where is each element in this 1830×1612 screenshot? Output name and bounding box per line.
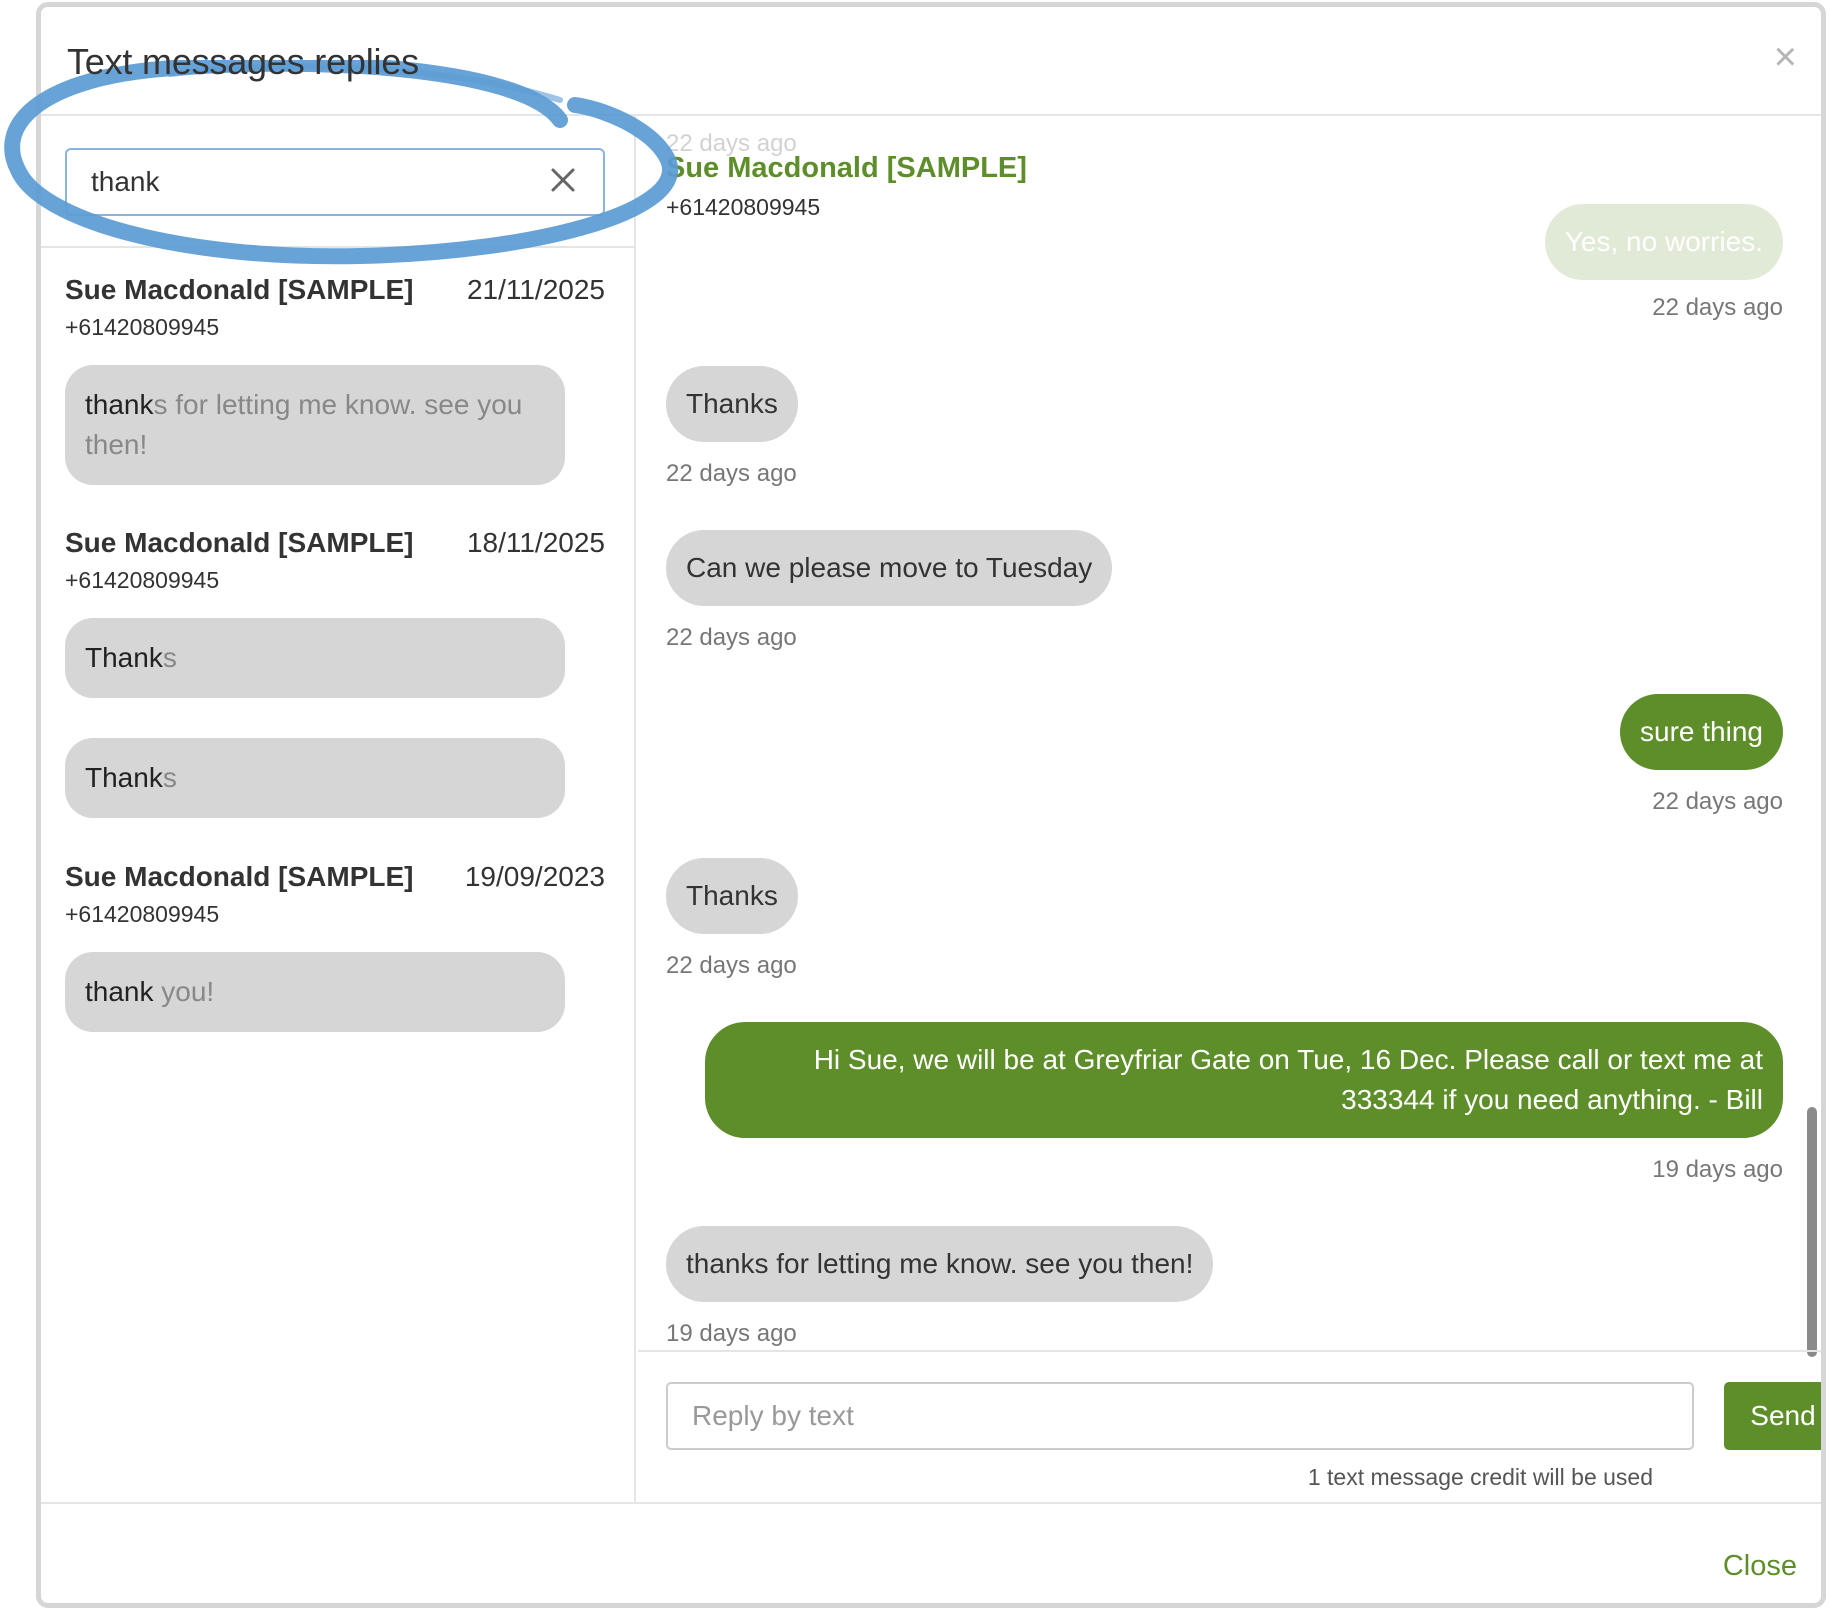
message-rest: you! (153, 976, 215, 1007)
result-message[interactable]: thank you! (65, 952, 565, 1032)
result-date: 21/11/2025 (466, 274, 605, 305)
close-button[interactable]: Close (1723, 1550, 1797, 1583)
message-timestamp: 19 days ago (1652, 1156, 1783, 1183)
footer-divider (41, 1502, 1821, 1504)
message-bubble-incoming: Thanks (666, 366, 798, 442)
message-rest: s (162, 642, 177, 673)
reply-divider (638, 1350, 1821, 1352)
message-timestamp: 22 days ago (666, 952, 797, 979)
result-phone: +61420809945 (65, 314, 220, 340)
message-bubble-incoming: thanks for letting me know. see you then… (666, 1226, 1214, 1302)
result-date: 18/11/2025 (466, 527, 605, 558)
search-input[interactable] (65, 148, 605, 216)
result-group[interactable]: Sue Macdonald [SAMPLE] 21/11/2025 +61420… (65, 274, 605, 485)
message-timestamp: 22 days ago (666, 624, 797, 651)
search-results-panel: Sue Macdonald [SAMPLE] 21/11/2025 +61420… (41, 116, 636, 1502)
close-icon[interactable]: × (1774, 37, 1797, 77)
result-message[interactable]: Thanks (65, 738, 565, 818)
conversation-contact-phone: +61420809945 (666, 194, 821, 220)
message-rest: s (162, 762, 177, 793)
message-bubble-outgoing: sure thing (1620, 694, 1783, 770)
result-phone: +61420809945 (65, 567, 220, 593)
result-phone: +61420809945 (65, 901, 220, 927)
message-bubble-outgoing: Hi Sue, we will be at Greyfriar Gate on … (705, 1022, 1783, 1138)
match-highlight: Thank (85, 642, 163, 673)
clear-icon[interactable] (543, 160, 583, 200)
conversation-scrollbar[interactable] (1807, 1107, 1817, 1357)
match-highlight: thank (85, 976, 154, 1007)
message-bubble-outgoing: Yes, no worries. (1544, 204, 1783, 280)
message-bubble-incoming: Can we please move to Tuesday (666, 530, 1113, 606)
text-replies-modal: Text messages replies × Sue Macdonald [S… (36, 2, 1826, 1608)
result-message[interactable]: thanks for letting me know. see you then… (65, 365, 565, 485)
conversation-contact-name: Sue Macdonald [SAMPLE] (666, 152, 1027, 184)
send-button[interactable]: Send (1724, 1382, 1821, 1450)
result-message[interactable]: Thanks (65, 618, 565, 698)
search-divider (41, 246, 634, 248)
message-timestamp: 22 days ago (1652, 294, 1783, 321)
message-timestamp: 22 days ago (1652, 788, 1783, 815)
message-timestamp: 22 days ago (666, 460, 797, 487)
reply-input[interactable] (666, 1382, 1694, 1450)
result-date: 19/09/2023 (464, 861, 605, 892)
message-timestamp: 19 days ago (666, 1320, 797, 1347)
search-box (65, 148, 605, 216)
match-highlight: Thank (85, 762, 163, 793)
modal-title: Text messages replies (67, 41, 419, 82)
result-group[interactable]: Sue Macdonald [SAMPLE] 18/11/2025 +61420… (65, 527, 605, 818)
result-group[interactable]: Sue Macdonald [SAMPLE] 19/09/2023 +61420… (65, 861, 605, 1032)
credit-note: 1 text message credit will be used (1307, 1464, 1653, 1490)
message-bubble-incoming: Thanks (666, 858, 798, 934)
match-highlight: thank (85, 389, 154, 420)
conversation-panel[interactable]: 22 days ago Sue Macdonald [SAMPLE] +6142… (638, 116, 1821, 1350)
